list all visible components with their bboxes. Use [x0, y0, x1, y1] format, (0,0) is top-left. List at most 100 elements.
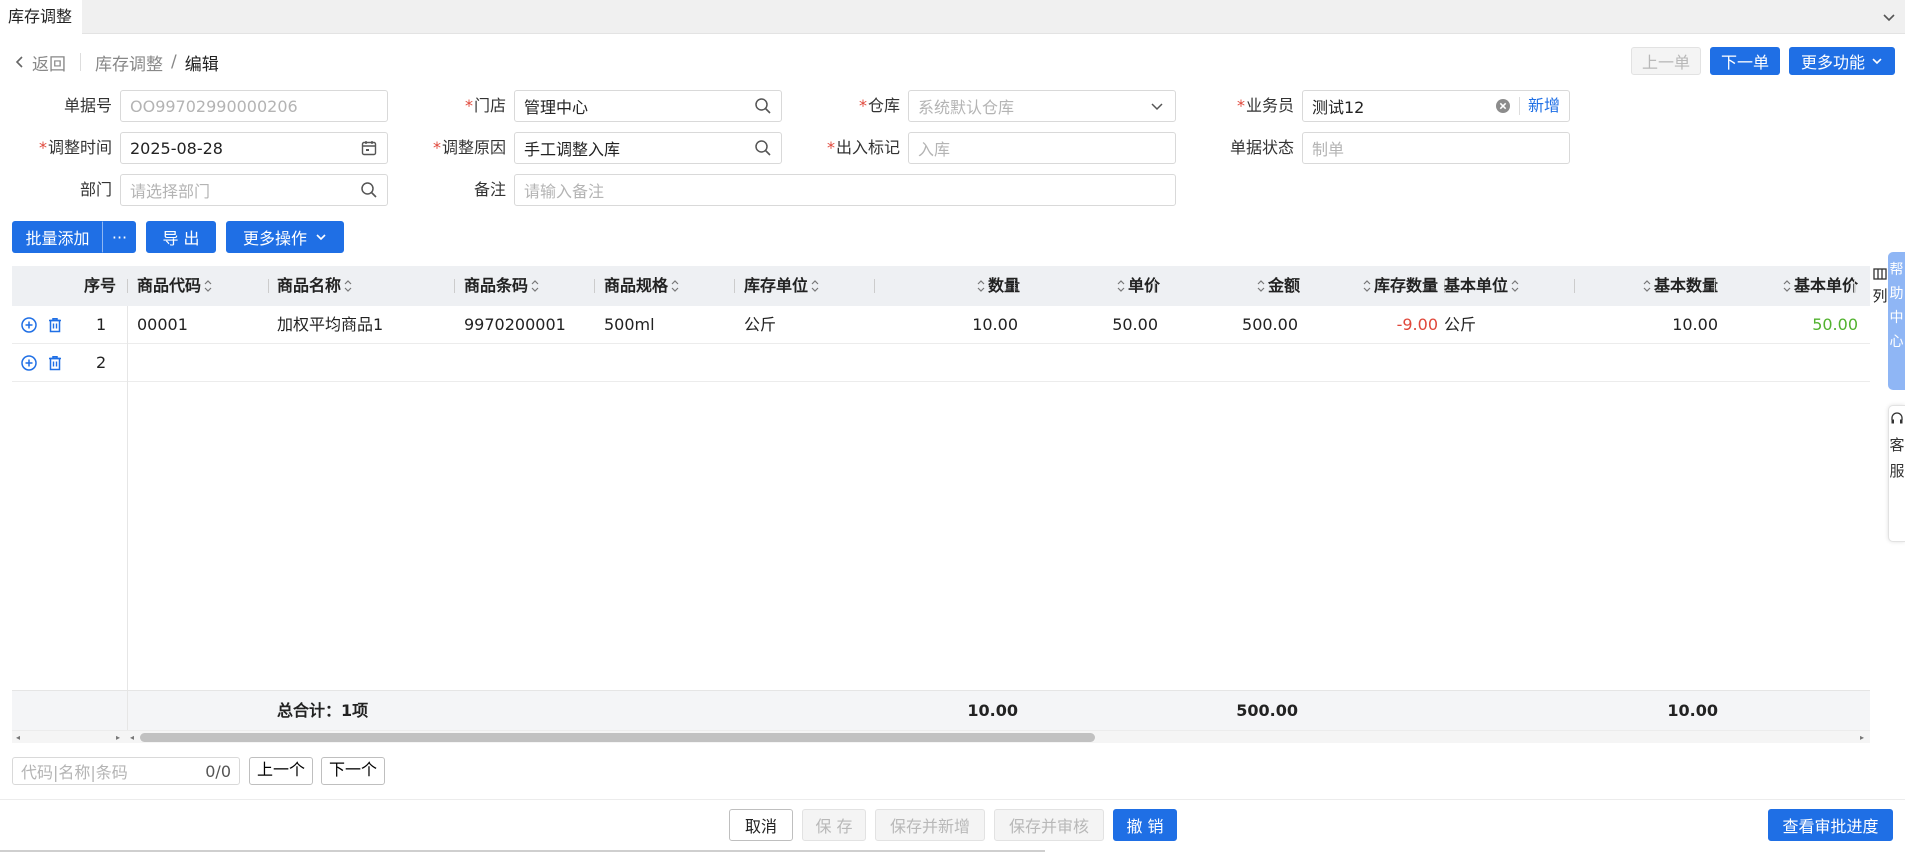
doc-status-label: 单据状态 — [1229, 138, 1294, 157]
col-name[interactable]: 商品名称 — [277, 266, 355, 306]
add-row-icon[interactable] — [20, 354, 38, 372]
remark-field[interactable]: 请输入备注 — [514, 174, 1176, 206]
warehouse-select[interactable]: 系统默认仓库 — [908, 90, 1176, 122]
scrollbar-thumb[interactable] — [140, 733, 1095, 742]
col-amount[interactable]: 金额 — [1154, 266, 1300, 306]
sort-icon[interactable] — [531, 279, 539, 293]
breadcrumb-separator: / — [171, 52, 177, 72]
add-salesman-link[interactable]: 新增 — [1518, 97, 1560, 115]
col-base-price[interactable]: 基本单价 — [1714, 266, 1858, 306]
help-center-tab[interactable]: 帮 助 中 心 — [1888, 252, 1905, 390]
sort-icon[interactable] — [671, 279, 679, 293]
column-settings-button[interactable]: 列 — [1870, 266, 1890, 326]
cell-barcode[interactable]: 9970200001 — [464, 306, 566, 344]
save-and-audit-button[interactable]: 保存并审核 — [994, 809, 1104, 841]
doc-no-label: 单据号 — [63, 96, 112, 115]
io-flag-field[interactable]: 入库 — [908, 132, 1176, 164]
table-row[interactable]: 2 — [12, 344, 1870, 382]
sort-icon[interactable] — [977, 279, 985, 293]
save-button[interactable]: 保 存 — [802, 809, 866, 841]
sort-icon[interactable] — [1363, 279, 1371, 293]
horizontal-scrollbar[interactable]: ◂ ▸ ◂ ▸ — [12, 730, 1870, 743]
sort-icon[interactable] — [344, 279, 352, 293]
batch-add-more-button[interactable]: ··· — [103, 221, 136, 253]
delete-row-icon[interactable] — [46, 354, 64, 372]
sort-icon[interactable] — [204, 279, 212, 293]
doc-no-field[interactable]: OO99702990000206 — [120, 90, 388, 122]
batch-add-button[interactable]: 批量添加 — [12, 221, 103, 253]
back-label: 返回 — [32, 54, 66, 75]
revoke-button[interactable]: 撤 销 — [1113, 809, 1177, 841]
cell-qty[interactable]: 10.00 — [874, 306, 1018, 344]
sort-icon[interactable] — [811, 279, 819, 293]
salesman-value: 测试12 — [1312, 98, 1365, 117]
customer-service-tab[interactable]: 客 服 — [1888, 405, 1905, 542]
col-barcode[interactable]: 商品条码 — [464, 266, 542, 306]
chevron-left-icon — [15, 56, 23, 68]
scroll-left-arrow[interactable]: ◂ — [130, 733, 134, 742]
salesman-field[interactable]: 测试12 新增 — [1302, 90, 1570, 122]
col-base-unit[interactable]: 基本单位 — [1444, 266, 1522, 306]
sort-icon[interactable] — [1643, 279, 1651, 293]
adjust-time-value: 2025-08-28 — [130, 138, 223, 158]
col-unit[interactable]: 库存单位 — [744, 266, 822, 306]
calendar-icon[interactable] — [360, 139, 378, 157]
sort-icon[interactable] — [1257, 279, 1265, 293]
locate-search-input[interactable]: 代码|名称|条码 0/0 — [12, 757, 240, 785]
adjust-time-field[interactable]: 2025-08-28 — [120, 132, 388, 164]
col-spec[interactable]: 商品规格 — [604, 266, 682, 306]
col-code[interactable]: 商品代码 — [137, 266, 215, 306]
search-icon[interactable] — [360, 181, 378, 199]
col-price[interactable]: 单价 — [1014, 266, 1160, 306]
cell-code[interactable]: 00001 — [137, 306, 188, 344]
total-label: 总合计：1项 — [277, 701, 369, 720]
adjust-reason-field[interactable]: 手工调整入库 — [514, 132, 782, 164]
help-center-char: 帮 — [1889, 262, 1904, 278]
next-match-button[interactable]: 下一个 — [321, 757, 386, 785]
store-field[interactable]: 管理中心 — [514, 90, 782, 122]
chevron-down-icon — [1872, 58, 1882, 65]
io-flag-label: *出入标记 — [826, 138, 900, 157]
cell-price[interactable]: 50.00 — [1014, 306, 1158, 344]
view-approval-progress-button[interactable]: 查看审批进度 — [1768, 809, 1893, 841]
cancel-button[interactable]: 取消 — [729, 809, 793, 841]
search-icon[interactable] — [754, 97, 772, 115]
cell-spec[interactable]: 500ml — [604, 306, 655, 344]
cell-seq: 1 — [96, 315, 107, 334]
prev-doc-button[interactable]: 上一单 — [1631, 47, 1701, 75]
dept-field[interactable]: 请选择部门 — [120, 174, 388, 206]
prev-match-button[interactable]: 上一个 — [249, 757, 314, 785]
more-functions-button[interactable]: 更多功能 — [1789, 47, 1895, 75]
batch-add-group: 批量添加 ··· — [12, 221, 136, 253]
window-bottom-edge — [0, 850, 1045, 852]
sort-icon[interactable] — [1117, 279, 1125, 293]
back-button[interactable]: 返回 — [14, 50, 66, 75]
chevron-down-icon[interactable] — [1879, 7, 1899, 27]
scroll-right-arrow[interactable]: ▸ — [116, 733, 120, 742]
col-base-qty[interactable]: 基本数量 — [1574, 266, 1718, 306]
cell-unit[interactable]: 公斤 — [744, 306, 776, 344]
delete-row-icon[interactable] — [46, 316, 64, 334]
save-and-new-button[interactable]: 保存并新增 — [875, 809, 985, 841]
sort-icon[interactable] — [1511, 279, 1519, 293]
chevron-down-icon — [316, 234, 326, 241]
breadcrumb-parent[interactable]: 库存调整 — [95, 50, 163, 75]
export-button[interactable]: 导 出 — [146, 221, 216, 253]
clear-icon[interactable] — [1495, 98, 1511, 114]
search-icon[interactable] — [754, 139, 772, 157]
sort-icon[interactable] — [1783, 279, 1791, 293]
scroll-left-arrow[interactable]: ◂ — [16, 733, 20, 742]
more-ops-button[interactable]: 更多操作 — [226, 221, 344, 253]
cell-name[interactable]: 加权平均商品1 — [277, 306, 383, 344]
adjust-reason-label: *调整原因 — [432, 138, 506, 157]
col-divider — [268, 279, 269, 293]
col-qty[interactable]: 数量 — [874, 266, 1020, 306]
cell-amount[interactable]: 500.00 — [1154, 306, 1298, 344]
col-stock-qty[interactable]: 库存数量 — [1294, 266, 1438, 306]
table-header: 序号 商品代码 商品名称 商品条码 商品规格 库存单位 数量 单价 金额 库存数… — [12, 266, 1870, 306]
tab-inventory-adjust[interactable]: 库存调整 — [0, 0, 83, 34]
table-row[interactable]: 1 00001 加权平均商品1 9970200001 500ml 公斤 10.0… — [12, 306, 1870, 344]
next-doc-button[interactable]: 下一单 — [1710, 47, 1780, 75]
scroll-right-arrow[interactable]: ▸ — [1860, 733, 1864, 742]
add-row-icon[interactable] — [20, 316, 38, 334]
